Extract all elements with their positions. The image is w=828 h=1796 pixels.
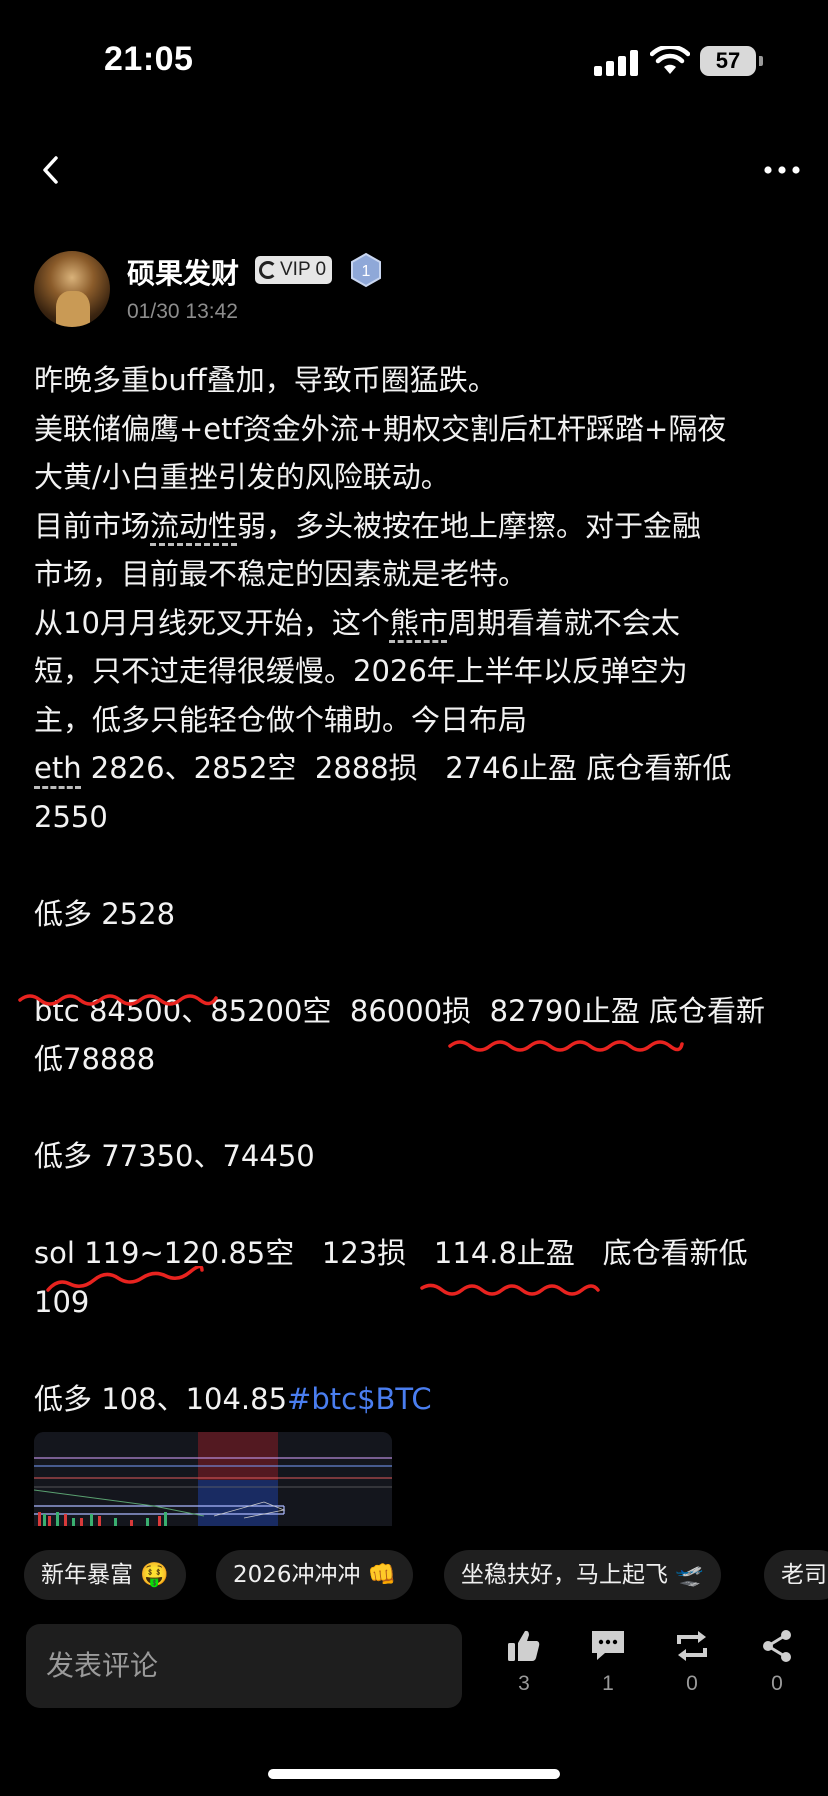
svg-text:1: 1 <box>362 263 371 280</box>
text-line: 从10月月线死叉开始，这个熊市周期看着就不会太 <box>34 605 680 640</box>
topic-chip[interactable]: 坐稳扶好，马上起飞 🛫 <box>444 1550 721 1600</box>
level-badge-icon: 1 <box>351 252 381 288</box>
more-options-icon[interactable] <box>762 160 802 180</box>
share-icon <box>763 1630 791 1662</box>
author-name[interactable]: 硕果发财 <box>127 252 239 292</box>
annotation-underline <box>420 1283 600 1296</box>
comment-bubble-icon <box>592 1631 624 1660</box>
repost-button[interactable]: 0 <box>662 1628 722 1696</box>
wifi-icon <box>650 46 690 74</box>
text-line: 大黄/小白重挫引发的风险联动。 <box>34 460 450 494</box>
topic-chip[interactable]: 2026冲冲冲 👊 <box>216 1550 414 1600</box>
post-date: 01/30 13:42 <box>127 300 238 323</box>
annotation-underline <box>18 994 218 1006</box>
like-count: 3 <box>518 1672 530 1695</box>
text-line: 市场，目前最不稳定的因素就是老特。 <box>34 557 528 591</box>
text-line: 低78888 <box>34 1042 156 1076</box>
vip-badge: VIP 0 <box>255 256 333 284</box>
share-button[interactable]: 0 <box>747 1628 807 1696</box>
topic-chip[interactable]: 老司 <box>764 1550 828 1600</box>
text-line: 短，只不过走得很缓慢。2026年上半年以反弹空为 <box>34 654 688 688</box>
author-avatar[interactable] <box>34 251 110 327</box>
share-count: 0 <box>771 1672 783 1695</box>
text-line: 美联储偏鹰+etf资金外流+期权交割后杠杆踩踏+隔夜 <box>34 411 727 446</box>
post-content: 昨晚多重buff叠加，导致币圈猛跌。 美联储偏鹰+etf资金外流+期权交割后杠杆… <box>34 356 804 1423</box>
text-line: 低多 77350、74450 <box>34 1139 315 1173</box>
comment-input[interactable]: 发表评论 <box>26 1624 462 1708</box>
term-link[interactable]: eth <box>34 751 82 785</box>
text-line: 目前市场流动性弱，多头被按在地上摩擦。对于金融 <box>34 508 702 543</box>
hashtag-link[interactable]: #btc$BTC <box>287 1382 432 1416</box>
chart-image-thumbnail[interactable] <box>34 1432 392 1526</box>
term-link[interactable]: 熊市 <box>390 606 448 640</box>
comment-button[interactable]: 1 <box>578 1628 638 1696</box>
topic-chip[interactable]: 新年暴富 🤑 <box>24 1550 186 1600</box>
text-line: 低多 108、104.85#btc$BTC <box>34 1381 432 1416</box>
status-time: 21:05 <box>104 40 194 78</box>
annotation-underline <box>448 1040 684 1052</box>
thumbs-up-icon <box>508 1630 540 1661</box>
vip-logo-icon <box>259 261 277 279</box>
text-line: 昨晚多重buff叠加，导致币圈猛跌。 <box>34 363 497 397</box>
vip-badge-label: VIP 0 <box>280 259 327 280</box>
annotation-underline <box>46 1266 204 1292</box>
like-button[interactable]: 3 <box>494 1628 554 1696</box>
topic-chips: 新年暴富 🤑 2026冲冲冲 👊 坐稳扶好，马上起飞 🛫 老司 <box>24 1550 828 1602</box>
status-bar: 21:05 57 <box>0 0 828 120</box>
term-link[interactable]: 流动性 <box>150 509 237 543</box>
text-line: 低多 2528 <box>34 896 176 931</box>
repost-icon <box>677 1631 707 1661</box>
repost-count: 0 <box>686 1672 698 1695</box>
cellular-signal-icon <box>594 50 638 76</box>
text-line: 主，低多只能轻仓做个辅助。今日布局 <box>34 702 528 737</box>
battery-icon: 57 <box>700 46 763 76</box>
comment-count: 1 <box>602 1672 614 1695</box>
text-line: eth 2826、2852空 2888损 2746止盈 底仓看新低 <box>34 751 732 785</box>
text-line: 2550 <box>34 799 108 834</box>
home-indicator[interactable] <box>268 1769 560 1779</box>
back-arrow-icon[interactable] <box>36 150 66 190</box>
